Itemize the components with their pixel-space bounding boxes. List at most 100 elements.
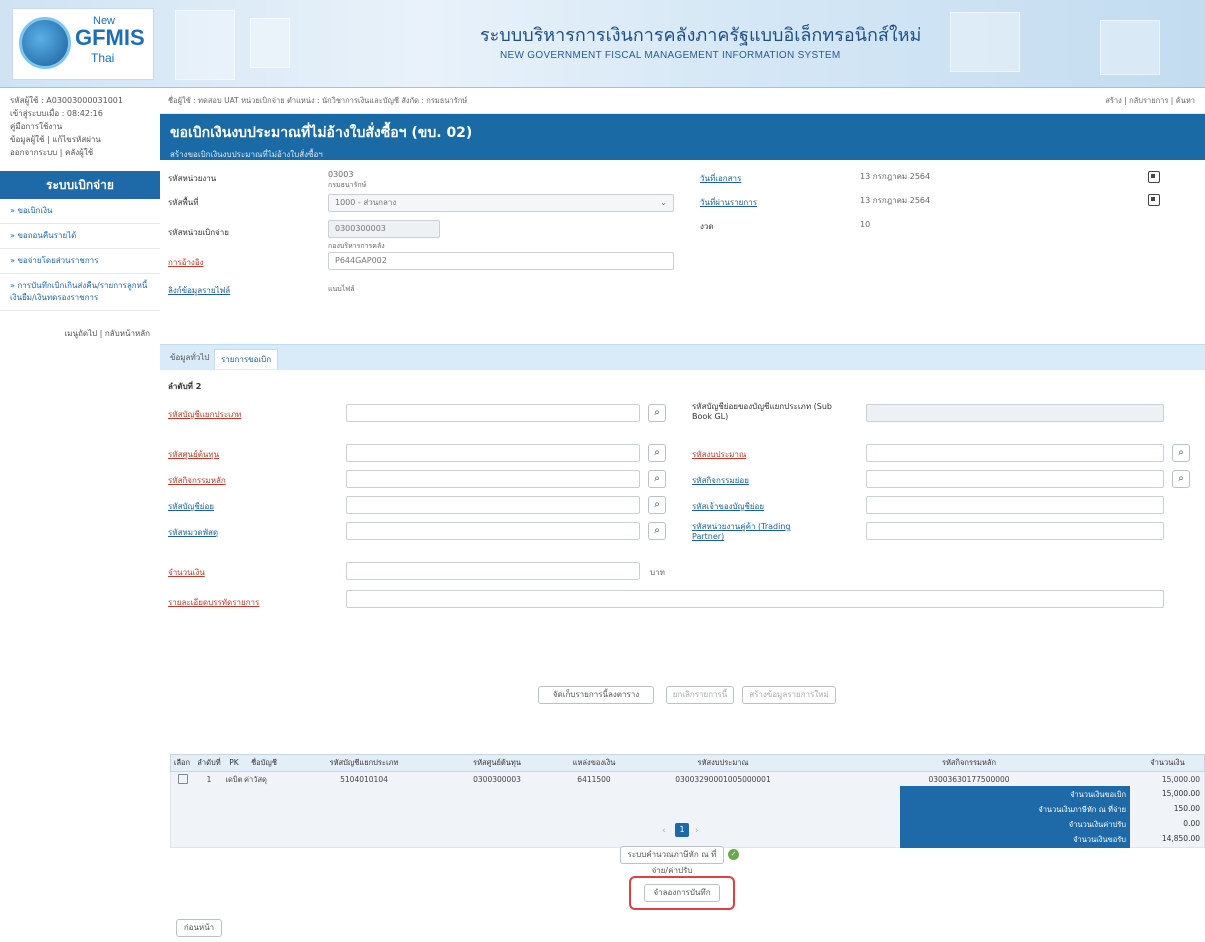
header: New GFMIS Thai ระบบบริหารการเงินการคลังภ… bbox=[0, 0, 1205, 88]
summary-fine-label: จำนวนเงินค่าปรับ bbox=[1068, 820, 1126, 829]
gfmis-logo[interactable]: New GFMIS Thai bbox=[12, 8, 154, 80]
area-label: รหัสพื้นที่ bbox=[168, 198, 199, 207]
check-icon: ✓ bbox=[728, 849, 739, 860]
logo-gfmis-text: GFMIS bbox=[75, 25, 145, 50]
row-amount: 15,000.00 bbox=[1161, 775, 1200, 784]
tab-general[interactable]: ข้อมูลทั่วไป bbox=[170, 351, 209, 364]
sidebar-item-disbursement[interactable]: » ขอเบิกเงิน bbox=[0, 199, 160, 224]
col-fund: แหล่งของเงิน bbox=[572, 758, 616, 767]
store-item-button[interactable]: จัดเก็บรายการนี้ลงตาราง bbox=[538, 686, 654, 704]
calculate-tax-button[interactable]: ระบบคำนวณภาษีหัก ณ ที่จ่าย/ค่าปรับ bbox=[620, 846, 724, 875]
user-info: รหัสผู้ใช้ : A03003000031001 เข้าสู่ระบบ… bbox=[0, 88, 160, 165]
new-item-button[interactable]: สร้างข้อมูลรายการใหม่ bbox=[742, 686, 836, 704]
sub-account-label: รหัสบัญชีย่อย bbox=[168, 502, 214, 511]
search-icon[interactable]: ⌕ bbox=[648, 522, 666, 540]
sidebar-item-refund[interactable]: » ขอถอนคืนรายได้ bbox=[0, 224, 160, 249]
search-icon[interactable]: ⌕ bbox=[648, 404, 666, 422]
trading-partner-input[interactable] bbox=[866, 522, 1164, 540]
manual-link[interactable]: คู่มือการใช้งาน bbox=[10, 120, 150, 133]
header-decoration bbox=[175, 10, 235, 80]
budget-code-label: รหัสงบประมาณ bbox=[692, 450, 747, 459]
next-page-icon[interactable]: › bbox=[695, 826, 699, 836]
area-select[interactable]: 1000 - ส่วนกลาง ⌄ bbox=[328, 194, 674, 212]
profile-links[interactable]: ข้อมูลผู้ใช้ | แก้ไขรหัสผ่าน bbox=[10, 133, 150, 146]
attachment-link[interactable]: แนบไฟล์ bbox=[328, 284, 355, 294]
page-1-button[interactable]: 1 bbox=[675, 823, 689, 837]
header-decoration bbox=[1100, 20, 1160, 75]
currency-label: บาท bbox=[650, 568, 665, 577]
sub-activity-input[interactable] bbox=[866, 470, 1164, 488]
gl-account-label: รหัสบัญชีแยกประเภท bbox=[168, 410, 242, 419]
summary-receive-value: 14,850.00 bbox=[1161, 834, 1200, 843]
sub-gl-label: รหัสบัญชีย่อยของบัญชีแยกประเภท (Sub Book… bbox=[692, 402, 832, 421]
cost-center-input[interactable] bbox=[346, 444, 640, 462]
col-account-name: ชื่อบัญชี bbox=[251, 758, 277, 767]
disbursement-unit-field: 0300300003 bbox=[328, 220, 440, 238]
amount-input[interactable] bbox=[346, 562, 640, 580]
owner-account-label: รหัสเจ้าของบัญชีย่อย bbox=[692, 502, 765, 511]
system-title-en: NEW GOVERNMENT FISCAL MANAGEMENT INFORMA… bbox=[500, 50, 841, 61]
calendar-icon[interactable] bbox=[1148, 171, 1160, 183]
topbar-actions[interactable]: สร้าง | กลับรายการ | ค้นหา bbox=[1105, 88, 1195, 114]
trading-partner-label: รหัสหน่วยงานคู่ค้า (Trading Partner) bbox=[692, 522, 791, 541]
summary-fine-value: 0.00 bbox=[1183, 819, 1200, 828]
doc-date-label: วันที่เอกสาร bbox=[700, 174, 742, 183]
sidebar: รหัสผู้ใช้ : A03003000031001 เข้าสู่ระบบ… bbox=[0, 88, 160, 942]
col-pk: PK bbox=[229, 758, 239, 767]
main-activity-label: รหัสกิจกรรมหลัก bbox=[168, 476, 226, 485]
search-icon[interactable]: ⌕ bbox=[1172, 444, 1190, 462]
area-select-value: 1000 - ส่วนกลาง bbox=[335, 198, 397, 207]
page-subtitle: สร้างขอเบิกเงินงบประมาณที่ไม่อ้างใบสั่งซ… bbox=[170, 150, 323, 159]
sidebar-item-return[interactable]: » การบันทึกเบิกเกินส่งคืน/รายการลูกหนี้เ… bbox=[0, 274, 160, 311]
agency-label: รหัสหน่วยงาน bbox=[168, 174, 217, 183]
reference-field[interactable]: P644GAP002 bbox=[328, 252, 674, 270]
user-detail-text: ชื่อผู้ใช้ : ทดสอบ UAT หน่วยเบิกจ่าย ตำแ… bbox=[168, 96, 468, 105]
sub-account-input[interactable] bbox=[346, 496, 640, 514]
simulate-save-button[interactable]: จำลองการบันทึก bbox=[644, 884, 720, 902]
system-title-th: ระบบบริหารการเงินการคลังภาครัฐแบบอิเล็กท… bbox=[480, 25, 922, 46]
gl-account-input[interactable] bbox=[346, 404, 640, 422]
user-topbar: ชื่อผู้ใช้ : ทดสอบ UAT หน่วยเบิกจ่าย ตำแ… bbox=[160, 88, 1205, 114]
summary-tax-label: จำนวนเงินภาษีหัก ณ ที่จ่าย bbox=[1038, 805, 1126, 814]
page-banner: ขอเบิกเงินงบประมาณที่ไม่อ้างใบสั่งซื้อฯ … bbox=[160, 114, 1205, 160]
col-amount: จำนวนเงิน bbox=[1150, 758, 1185, 767]
budget-code-input[interactable] bbox=[866, 444, 1164, 462]
doc-date-value[interactable]: 13 กรกฎาคม 2564 bbox=[860, 172, 930, 182]
sidebar-item-agency-pay[interactable]: » ขอจ่ายโดยส่วนราชการ bbox=[0, 249, 160, 274]
prev-page-icon[interactable]: ‹ bbox=[662, 826, 666, 836]
summary-receive-label: จำนวนเงินขอรับ bbox=[1073, 835, 1126, 844]
line-description-input[interactable] bbox=[346, 590, 1164, 608]
col-budget: รหัสงบประมาณ bbox=[697, 758, 749, 767]
post-date-label: วันที่ผ่านรายการ bbox=[700, 198, 757, 207]
row-fund: 6411500 bbox=[577, 775, 611, 784]
asset-category-input[interactable] bbox=[346, 522, 640, 540]
main-activity-input[interactable] bbox=[346, 470, 640, 488]
sidebar-title: ระบบเบิกจ่าย bbox=[0, 171, 160, 199]
user-id: รหัสผู้ใช้ : A03003000031001 bbox=[10, 96, 123, 105]
summary-request-label: จำนวนเงินขอเบิก bbox=[1070, 790, 1126, 799]
row-account-name: ค่าวัสดุ bbox=[244, 775, 267, 784]
disbursement-unit-name: กองบริหารการคลัง bbox=[328, 242, 385, 250]
folder-icon[interactable] bbox=[178, 774, 188, 784]
search-icon[interactable]: ⌕ bbox=[648, 496, 666, 514]
sequence-label: ลำดับที่ 2 bbox=[168, 382, 202, 391]
owner-account-input[interactable] bbox=[866, 496, 1164, 514]
calendar-icon[interactable] bbox=[1148, 194, 1160, 206]
logout-links[interactable]: ออกจากระบบ | คลังผู้ใช้ bbox=[10, 146, 150, 159]
search-icon[interactable]: ⌕ bbox=[1172, 470, 1190, 488]
chevron-down-icon: ⌄ bbox=[660, 198, 667, 207]
cancel-item-button[interactable]: ยกเลิกรายการนี้ bbox=[666, 686, 734, 704]
search-icon[interactable]: ⌕ bbox=[648, 444, 666, 462]
back-button[interactable]: ก่อนหน้า bbox=[176, 919, 222, 937]
row-cost-center: 0300300003 bbox=[473, 775, 521, 784]
sidebar-back-link[interactable]: เมนูถัดไป | กลับหน้าหลัก bbox=[0, 311, 160, 356]
row-activity: 03003630177500000 bbox=[928, 775, 1010, 784]
agency-name: กรมธนารักษ์ bbox=[328, 181, 367, 189]
search-icon[interactable]: ⌕ bbox=[648, 470, 666, 488]
cost-center-label: รหัสศูนย์ต้นทุน bbox=[168, 450, 220, 459]
header-decoration bbox=[950, 12, 1020, 72]
tab-items[interactable]: รายการขอเบิก bbox=[214, 349, 279, 369]
post-date-value[interactable]: 13 กรกฎาคม 2564 bbox=[860, 196, 930, 206]
period-value: 10 bbox=[860, 220, 871, 229]
asset-category-label: รหัสหมวดพัสดุ bbox=[168, 528, 219, 537]
